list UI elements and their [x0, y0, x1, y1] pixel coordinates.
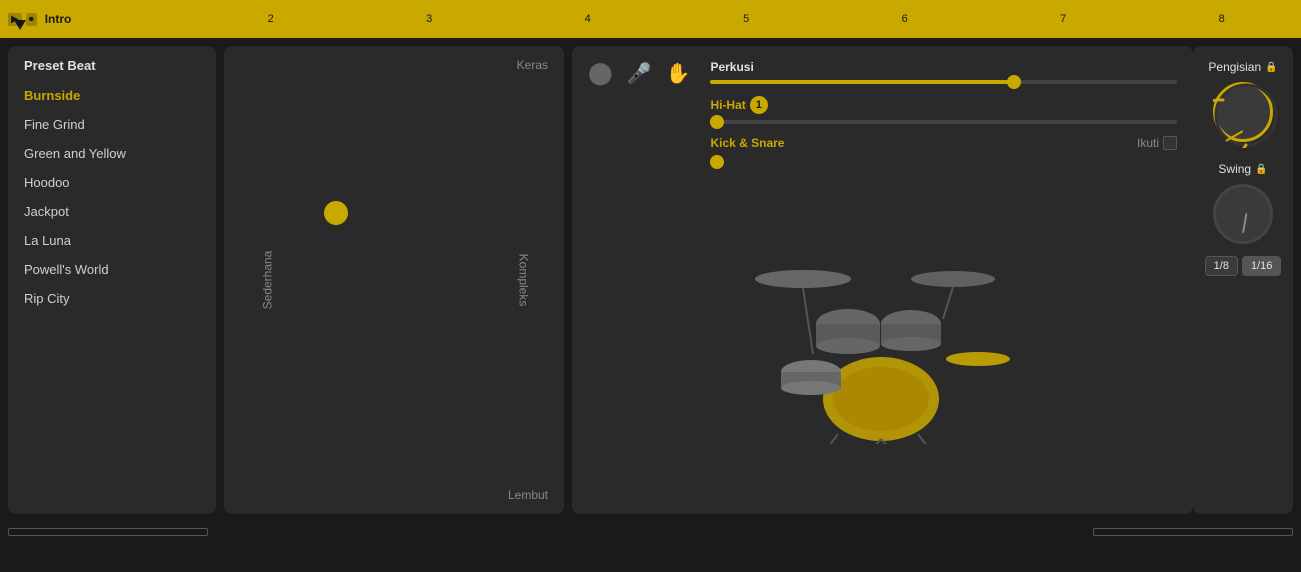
drum-top: ⬤ 🎤 ✋ Perkusi: [572, 46, 1193, 162]
play-icon[interactable]: ▶: [8, 13, 22, 26]
perkusi-fill: [710, 80, 1013, 84]
swing-btn-1-16[interactable]: 1/16: [1242, 256, 1281, 276]
kick-control: Kick & Snare Ikuti: [710, 136, 1177, 162]
kick-label-row: Kick & Snare Ikuti: [710, 136, 1177, 150]
timeline-label: Intro: [41, 12, 72, 26]
pengisian-label-row: Pengisian 🔒: [1208, 60, 1277, 74]
xy-label-keras: Keras: [517, 58, 548, 72]
ruler-marks: 2 3 4 5 6 7 8: [71, 13, 1301, 25]
xy-label-lembut: Lembut: [508, 488, 548, 502]
sidebar: Preset Beat Burnside Fine Grind Green an…: [8, 46, 216, 514]
pengisian-knob[interactable]: [1213, 82, 1273, 142]
timeline: ▶ ⏺ Intro 2 3 4 5 6 7 8: [0, 0, 1301, 38]
perkusi-thumb[interactable]: [1007, 75, 1021, 89]
follow-checkbox[interactable]: [1163, 136, 1177, 150]
sidebar-item-green-and-yellow[interactable]: Green and Yellow: [8, 139, 216, 168]
bottom-left-handle[interactable]: [8, 528, 208, 536]
xy-label-sederhana: Sederhana: [260, 251, 274, 310]
record-icon[interactable]: ⏺: [26, 13, 37, 26]
hihat-control: Hi-Hat 1: [710, 96, 1177, 124]
sidebar-item-hoodoo[interactable]: Hoodoo: [8, 168, 216, 197]
follow-label: Ikuti: [1137, 136, 1159, 150]
hihat-thumb[interactable]: [710, 115, 724, 129]
hihat-label: Hi-Hat: [710, 98, 745, 112]
swing-label: Swing: [1218, 162, 1251, 176]
hihat-badge: 1: [750, 96, 768, 114]
shaker-icon[interactable]: ⬤: [588, 60, 613, 86]
sidebar-item-la-luna[interactable]: La Luna: [8, 226, 216, 255]
pengisian-section: Pengisian 🔒: [1203, 60, 1283, 142]
drum-panel: ⬤ 🎤 ✋ Perkusi: [572, 46, 1193, 514]
main-area: Preset Beat Burnside Fine Grind Green an…: [0, 38, 1301, 522]
sidebar-item-burnside[interactable]: Burnside: [8, 81, 216, 110]
xy-pad[interactable]: Keras Lembut Sederhana Kompleks: [224, 46, 564, 514]
sidebar-item-rip-city[interactable]: Rip City: [8, 284, 216, 313]
drum-kit-area: [572, 162, 1193, 514]
swing-knob[interactable]: [1213, 184, 1273, 244]
drum-kit-svg: [743, 224, 1023, 444]
swing-lock-icon[interactable]: 🔒: [1255, 164, 1267, 175]
perkusi-label: Perkusi: [710, 60, 1177, 74]
pengisian-label: Pengisian: [1208, 60, 1261, 74]
drum-sliders: Perkusi Hi-Hat 1: [710, 60, 1177, 162]
sidebar-item-fine-grind[interactable]: Fine Grind: [8, 110, 216, 139]
sidebar-list: Burnside Fine Grind Green and Yellow Hoo…: [8, 81, 216, 313]
mic-icon[interactable]: 🎤: [627, 61, 652, 86]
kick-label: Kick & Snare: [710, 136, 784, 150]
sidebar-header: Preset Beat: [8, 46, 216, 81]
sidebar-item-powells-world[interactable]: Powell's World: [8, 255, 216, 284]
follow-row: Ikuti: [1137, 136, 1177, 150]
hihat-slider[interactable]: [710, 120, 1177, 124]
hihat-label-row: Hi-Hat 1: [710, 96, 1177, 114]
bottom-handles: [0, 522, 1301, 572]
swing-needle: [1242, 213, 1247, 233]
swing-buttons: 1/8 1/16: [1205, 256, 1282, 276]
bottom-right-handle[interactable]: [1093, 528, 1293, 536]
xy-dot[interactable]: [324, 201, 348, 225]
pengisian-arc: [1213, 82, 1279, 148]
hand-icon[interactable]: ✋: [666, 61, 691, 86]
right-panel: Pengisian 🔒 Swing 🔒: [1193, 46, 1293, 514]
perkusi-slider[interactable]: [710, 80, 1177, 84]
swing-section: Swing 🔒 1/8 1/16: [1203, 162, 1283, 276]
swing-btn-1-8[interactable]: 1/8: [1205, 256, 1238, 276]
drum-icons: ⬤ 🎤 ✋: [588, 60, 690, 86]
swing-label-row: Swing 🔒: [1218, 162, 1267, 176]
drum-section: ⬤ 🎤 ✋ Perkusi: [572, 46, 1293, 514]
perkusi-control: Perkusi: [710, 60, 1177, 84]
sidebar-item-jackpot[interactable]: Jackpot: [8, 197, 216, 226]
kick-thumb[interactable]: [710, 155, 724, 169]
timeline-icons: ▶ ⏺ Intro: [0, 12, 71, 26]
pengisian-lock-icon[interactable]: 🔒: [1265, 62, 1277, 73]
xy-label-kompleks: Kompleks: [517, 254, 531, 307]
